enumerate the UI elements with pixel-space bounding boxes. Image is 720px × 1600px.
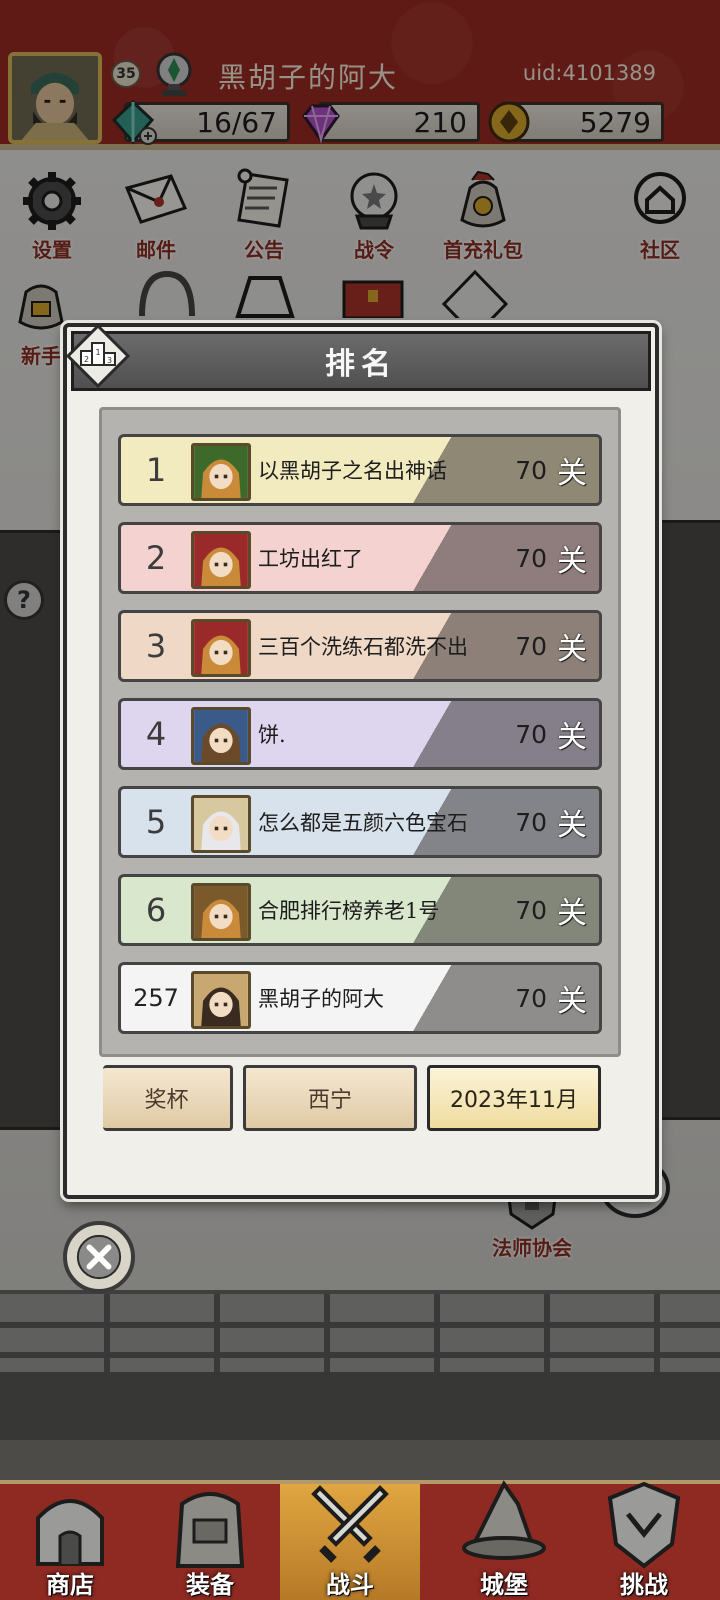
nav-battle[interactable]: 战斗 xyxy=(280,1484,420,1600)
portrait-art xyxy=(194,534,248,586)
player-portrait-icon xyxy=(191,531,251,589)
nav-castle-label: 城堡 xyxy=(480,1570,528,1599)
nav-challenge[interactable]: 挑战 xyxy=(574,1481,714,1600)
portrait-art xyxy=(194,446,248,498)
rank-unit: 关 xyxy=(557,896,587,931)
rank-number: 257 xyxy=(133,984,179,1012)
rank-unit: 关 xyxy=(557,720,587,755)
rank-unit: 关 xyxy=(557,808,587,843)
player-portrait-icon xyxy=(191,883,251,941)
player-portrait-icon xyxy=(191,619,251,677)
portrait-art xyxy=(194,798,248,850)
ranking-row[interactable]: 6 合肥排行榜养老1号 70 关 xyxy=(118,874,602,946)
rank-player-name: 以黑胡子之名出神话 xyxy=(258,459,447,483)
ranking-row[interactable]: 3 三百个洗练石都洗不出 70 关 xyxy=(118,610,602,682)
rank-unit: 关 xyxy=(557,456,587,491)
rank-player-name: 黑胡子的阿大 xyxy=(258,987,384,1011)
rank-number: 2 xyxy=(145,539,167,577)
rank-player-name: 怎么都是五颜六色宝石 xyxy=(258,811,468,835)
rank-number: 4 xyxy=(145,715,167,753)
player-portrait-icon xyxy=(191,443,251,501)
rank-player-name: 三百个洗练石都洗不出 xyxy=(258,635,468,659)
portrait-art xyxy=(194,974,248,1026)
rank-score: 70 xyxy=(515,543,547,573)
rank-score: 70 xyxy=(515,631,547,661)
nav-castle[interactable]: 城堡 xyxy=(434,1480,574,1600)
ranking-list[interactable]: 1 以黑胡子之名出神话 70 关 2 工坊出红了 70 关 3 三百个洗练石都洗 xyxy=(99,407,621,1057)
modal-title: 排名 xyxy=(325,347,397,382)
rank-unit: 关 xyxy=(557,632,587,667)
svg-text:1: 1 xyxy=(95,348,100,357)
nav-challenge-label: 挑战 xyxy=(620,1570,668,1599)
player-portrait-icon xyxy=(191,971,251,1029)
rank-number: 3 xyxy=(145,627,167,665)
rank-score: 70 xyxy=(515,895,547,925)
rank-unit: 关 xyxy=(557,984,587,1019)
player-portrait-icon xyxy=(191,707,251,765)
challenge-shield-icon xyxy=(607,1481,681,1569)
rank-number: 5 xyxy=(145,803,167,841)
portrait-art xyxy=(194,886,248,938)
podium-rank-icon: 2 1 3 xyxy=(65,323,131,389)
tab-region[interactable]: 西宁 xyxy=(243,1065,417,1131)
ranking-modal: 排名 2 1 3 1 以黑胡子之名出神话 70 关 2 工坊出红了 70 关 3… xyxy=(63,323,659,1199)
nav-shop[interactable]: 商店 xyxy=(0,1484,140,1600)
bottom-nav: 商店 装备 战斗 城堡 挑战 xyxy=(0,1480,720,1600)
tab-month[interactable]: 2023年11月 xyxy=(427,1065,601,1131)
ranking-row[interactable]: 2 工坊出红了 70 关 xyxy=(118,522,602,594)
svg-text:3: 3 xyxy=(107,356,112,365)
ranking-row[interactable]: 1 以黑胡子之名出神话 70 关 xyxy=(118,434,602,506)
rank-player-name: 饼. xyxy=(258,723,286,747)
ranking-row[interactable]: 5 怎么都是五颜六色宝石 70 关 xyxy=(118,786,602,858)
svg-text:2: 2 xyxy=(84,355,89,364)
player-portrait-icon xyxy=(191,795,251,853)
wizard-hat-icon xyxy=(462,1480,546,1560)
modal-header: 排名 xyxy=(71,331,651,391)
nav-equipment[interactable]: 装备 xyxy=(140,1484,280,1600)
portrait-art xyxy=(194,622,248,674)
close-icon xyxy=(76,1234,122,1280)
rank-score: 70 xyxy=(515,719,547,749)
rank-number: 6 xyxy=(145,891,167,929)
rank-player-name: 合肥排行榜养老1号 xyxy=(258,899,440,923)
close-button[interactable] xyxy=(63,1221,135,1293)
nav-shop-label: 商店 xyxy=(46,1570,94,1599)
nav-battle-label: 战斗 xyxy=(326,1570,374,1599)
ranking-row[interactable]: 4 饼. 70 关 xyxy=(118,698,602,770)
rank-score: 70 xyxy=(515,807,547,837)
portrait-art xyxy=(194,710,248,762)
nav-equipment-label: 装备 xyxy=(186,1570,234,1599)
backpack-icon xyxy=(175,1492,245,1568)
tab-trophy[interactable]: 奖杯 xyxy=(103,1065,233,1131)
my-ranking-row[interactable]: 257 黑胡子的阿大 70 关 xyxy=(118,962,602,1034)
crossed-swords-icon xyxy=(311,1485,389,1563)
rank-score: 70 xyxy=(515,455,547,485)
shop-hut-icon xyxy=(36,1499,104,1566)
rank-number: 1 xyxy=(145,451,167,489)
rank-score: 70 xyxy=(515,983,547,1013)
rank-player-name: 工坊出红了 xyxy=(258,547,363,571)
rank-unit: 关 xyxy=(557,544,587,579)
